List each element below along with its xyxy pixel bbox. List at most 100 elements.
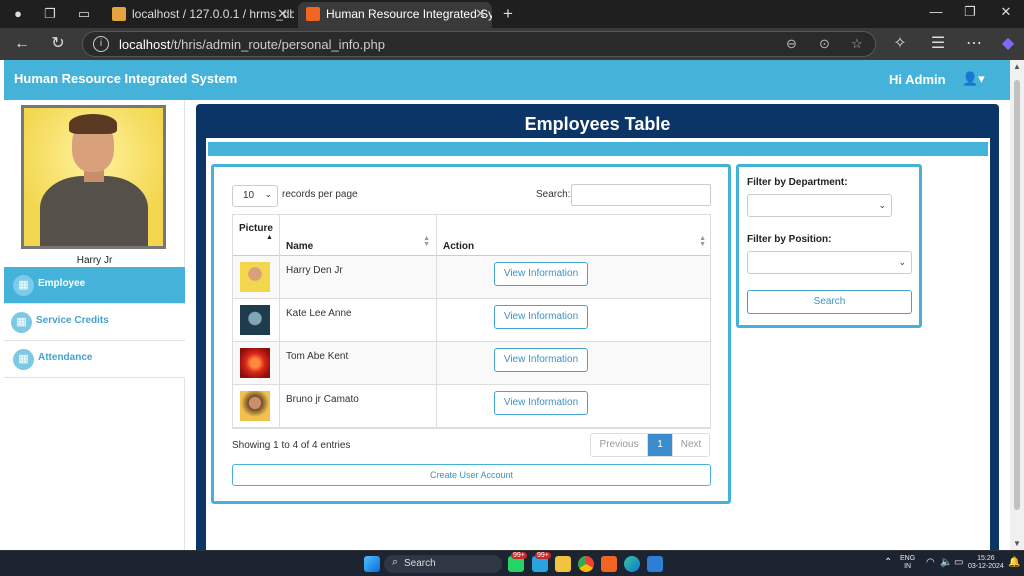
records-per-page-select[interactable]: 10 ⌄ — [232, 185, 278, 207]
page-scrollbar[interactable]: ▲ ▼ — [1010, 60, 1024, 550]
file-explorer-icon[interactable] — [555, 556, 571, 572]
employee-name: Harry Den Jr — [280, 256, 437, 298]
chevron-down-icon: ⌄ — [264, 189, 272, 199]
sidebar-item-employee[interactable]: ▦ Employee — [4, 267, 185, 304]
new-tab-icon[interactable]: + — [500, 5, 516, 22]
employees-table: Picture ▲ Name ▲ ▼ Action ▲ ▼ Harry Den … — [232, 214, 711, 429]
records-per-page-label: records per page — [282, 189, 358, 200]
copilot-icon[interactable]: ◆ — [998, 34, 1018, 54]
scroll-down-icon[interactable]: ▼ — [1013, 539, 1021, 548]
windows-start-icon[interactable] — [364, 556, 380, 572]
taskbar-search[interactable]: ⌕ Search — [384, 555, 502, 573]
search-input[interactable] — [571, 184, 711, 206]
volume-icon[interactable]: 🔈 — [940, 557, 952, 568]
notification-badge: 99+ — [535, 552, 551, 559]
notification-bell-icon[interactable]: 🔔 — [1008, 557, 1020, 568]
language-indicator[interactable]: ENG IN — [900, 555, 915, 571]
view-information-button[interactable]: View Information — [494, 391, 588, 415]
tab-title: localhost / 127.0.0.1 / hrms_db / u — [132, 7, 294, 21]
edge-icon[interactable] — [624, 556, 640, 572]
tab-actions-icon[interactable]: ▭ — [76, 6, 92, 22]
position-filter-label: Filter by Position: — [747, 234, 832, 245]
position-select[interactable]: ⌄ — [747, 251, 912, 274]
app-header: Human Resource Integrated System Hi Admi… — [4, 60, 1010, 100]
extensions-icon[interactable]: ✧ — [890, 34, 910, 54]
table-row: Bruno jr Camato View Information — [233, 385, 710, 428]
sidebar-item-label: Attendance — [38, 352, 93, 363]
restore-icon[interactable]: ❐ — [960, 4, 980, 20]
workspaces-icon[interactable]: ❐ — [42, 6, 58, 22]
battery-icon[interactable]: ▭ — [954, 557, 963, 568]
chevron-down-icon: ⌄ — [878, 200, 886, 210]
table-info: Showing 1 to 4 of 4 entries — [232, 440, 351, 451]
chevron-down-icon: ⌄ — [898, 257, 906, 267]
records-per-page-value: 10 — [243, 190, 255, 201]
window-close-icon[interactable]: ✕ — [996, 4, 1016, 20]
column-header-name[interactable]: Name ▲ ▼ — [280, 215, 437, 256]
tab-phpmyadmin[interactable]: localhost / 127.0.0.1 / hrms_db / u ✕ — [104, 2, 294, 28]
employee-photo — [240, 262, 270, 292]
avatar — [21, 105, 166, 249]
tab-title: Human Resource Integrated Syste — [326, 7, 492, 21]
notification-badge: 99+ — [511, 552, 527, 559]
sidebar-item-service-credits[interactable]: ▦ Service Credits — [4, 304, 185, 341]
clock[interactable]: 15:26 03-12-2024 — [968, 555, 1004, 571]
employee-photo — [240, 305, 270, 335]
filter-card: Filter by Department: ⌄ Filter by Positi… — [736, 164, 922, 328]
view-information-button[interactable]: View Information — [494, 262, 588, 286]
minimize-icon[interactable]: — — [926, 4, 946, 19]
page-title: Employees Table — [524, 114, 671, 134]
column-header-action[interactable]: Action ▲ ▼ — [437, 215, 712, 256]
create-user-account-button[interactable]: Create User Account — [232, 464, 711, 486]
search-icon: ⌕ — [392, 556, 399, 568]
user-name: Harry Jr — [76, 255, 113, 266]
sort-icon: ▲ ▼ — [699, 235, 706, 248]
panel-body: 10 ⌄ records per page Search: Picture ▲ … — [206, 138, 990, 550]
zoom-icon[interactable]: ⊖ — [786, 36, 797, 52]
favorites-icon[interactable]: ☰ — [928, 34, 948, 54]
scroll-up-icon[interactable]: ▲ — [1013, 62, 1021, 71]
browser-address-bar: ← ↻ i localhost/t/hris/admin_route/perso… — [0, 28, 1024, 60]
table-row: Harry Den Jr View Information — [233, 256, 710, 299]
scrollbar-thumb[interactable] — [1014, 80, 1020, 510]
employee-name: Bruno jr Camato — [280, 385, 437, 427]
view-information-button[interactable]: View Information — [494, 348, 588, 372]
settings-more-icon[interactable]: ⋯ — [964, 34, 984, 54]
filter-search-button[interactable]: Search — [747, 290, 912, 314]
profile-avatar-icon[interactable]: ● — [10, 6, 26, 22]
browser-tab-bar: ● ❐ ▭ localhost / 127.0.0.1 / hrms_db / … — [0, 0, 1024, 28]
wifi-icon[interactable]: ◠ — [926, 557, 935, 568]
table-icon: ▦ — [11, 312, 32, 333]
pagination-next[interactable]: Next — [672, 434, 709, 456]
url-bar[interactable]: i localhost/t/hris/admin_route/personal_… — [82, 31, 876, 57]
chevron-up-icon[interactable]: ⌃ — [884, 557, 892, 568]
reload-icon[interactable]: ↻ — [48, 34, 68, 54]
site-info-icon[interactable]: i — [93, 36, 109, 52]
favorite-star-icon[interactable]: ☆ — [851, 36, 863, 52]
employee-name: Tom Abe Kent — [280, 342, 437, 384]
view-information-button[interactable]: View Information — [494, 305, 588, 329]
tab-hris[interactable]: Human Resource Integrated Syste ✕ — [298, 2, 492, 28]
app-title: Human Resource Integrated System — [14, 71, 238, 86]
greeting-text: Hi Admin — [889, 72, 946, 87]
xampp-favicon-icon — [306, 7, 320, 21]
pagination-previous[interactable]: Previous — [591, 434, 648, 456]
xampp-icon[interactable] — [601, 556, 617, 572]
vscode-icon[interactable] — [647, 556, 663, 572]
pagination-page-1[interactable]: 1 — [648, 434, 672, 456]
close-icon[interactable]: ✕ — [475, 2, 486, 26]
sidebar: Harry Jr ▦ Employee ▦ Service Credits ▦ … — [4, 100, 185, 550]
table-row: Tom Abe Kent View Information — [233, 342, 710, 385]
employee-name: Kate Lee Anne — [280, 299, 437, 341]
close-icon[interactable]: ✕ — [277, 2, 288, 26]
taskbar-search-label: Search — [404, 558, 436, 569]
department-filter-label: Filter by Department: — [747, 177, 848, 188]
department-select[interactable]: ⌄ — [747, 194, 892, 217]
sort-icon: ▲ ▼ — [423, 235, 430, 248]
back-icon[interactable]: ← — [12, 34, 32, 54]
chrome-icon[interactable] — [578, 556, 594, 572]
user-menu-icon[interactable]: 👤▾ — [962, 71, 985, 87]
sidebar-item-attendance[interactable]: ▦ Attendance — [4, 341, 185, 378]
more-tools-icon[interactable]: ⊙ — [819, 36, 830, 52]
column-header-picture[interactable]: Picture ▲ — [233, 215, 280, 256]
